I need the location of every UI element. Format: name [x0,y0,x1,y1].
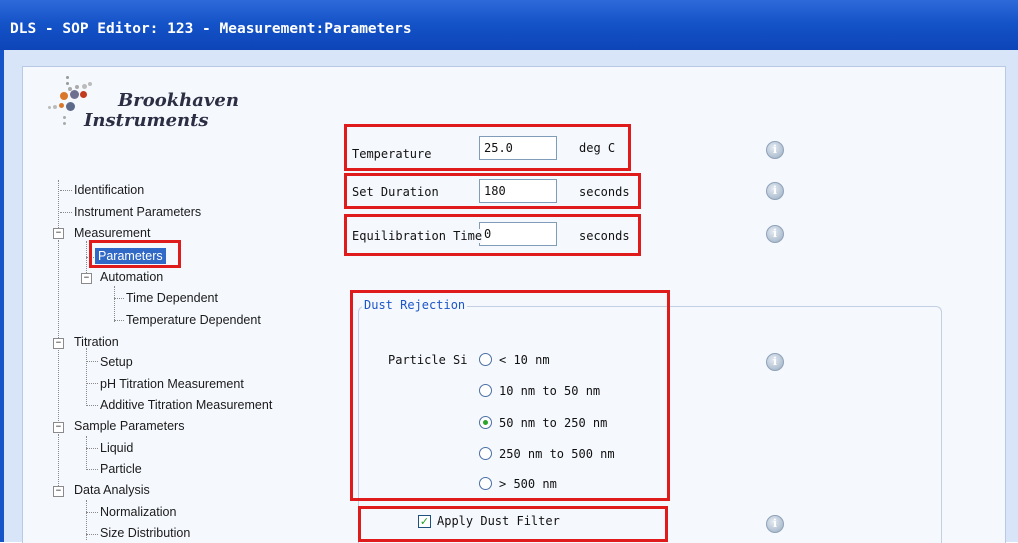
brookhaven-logo: Brookhaven Instruments [44,74,244,154]
collapse-automation-icon[interactable]: − [81,273,92,284]
tree-item-setup[interactable]: Setup [100,355,133,369]
highlight-apply-dust-filter [358,506,668,542]
set-duration-info-icon[interactable]: i [766,182,784,200]
highlight-equilibration-time [344,214,641,256]
tree-item-particle[interactable]: Particle [100,462,142,476]
highlight-temperature [344,124,631,171]
tree-item-time-dependent[interactable]: Time Dependent [126,291,218,305]
highlight-dust-rejection [350,290,670,501]
collapse-sample-parameters-icon[interactable]: − [53,422,64,433]
tree-item-data-analysis[interactable]: Data Analysis [74,483,150,497]
window-title: DLS - SOP Editor: 123 - Measurement:Para… [10,21,412,37]
tree-item-temperature-dependent[interactable]: Temperature Dependent [126,313,261,327]
tree-item-titration[interactable]: Titration [74,335,119,349]
tree-item-automation[interactable]: Automation [100,270,163,284]
collapse-data-analysis-icon[interactable]: − [53,486,64,497]
tree-item-sample-parameters[interactable]: Sample Parameters [74,419,184,433]
collapse-measurement-icon[interactable]: − [53,228,64,239]
equilibration-time-info-icon[interactable]: i [766,225,784,243]
tree-item-measurement[interactable]: Measurement [74,226,150,240]
logo-instruments: Instruments [84,110,209,131]
tree-item-liquid[interactable]: Liquid [100,441,133,455]
tree-item-size-distribution[interactable]: Size Distribution [100,526,190,540]
tree-item-normalization[interactable]: Normalization [100,505,176,519]
apply-dust-filter-info-icon[interactable]: i [766,515,784,533]
temperature-info-icon[interactable]: i [766,141,784,159]
logo-brookhaven: Brookhaven [118,90,239,111]
tree-item-identification[interactable]: Identification [74,183,144,197]
highlight-parameters [89,240,181,268]
window-titlebar[interactable]: DLS - SOP Editor: 123 - Measurement:Para… [0,0,1018,51]
collapse-titration-icon[interactable]: − [53,338,64,349]
tree-item-instrument-parameters[interactable]: Instrument Parameters [74,205,201,219]
tree-item-ph-titration[interactable]: pH Titration Measurement [100,377,244,391]
dust-rejection-info-icon[interactable]: i [766,353,784,371]
tree-item-additive-titration[interactable]: Additive Titration Measurement [100,398,272,412]
highlight-set-duration [344,173,641,209]
